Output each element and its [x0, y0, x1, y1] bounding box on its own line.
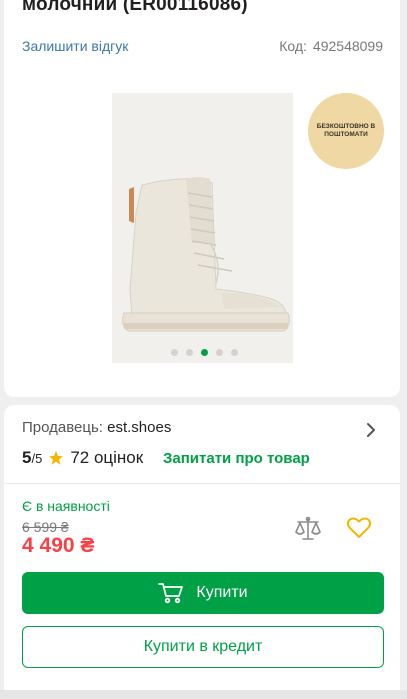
heart-icon[interactable] — [346, 516, 372, 540]
gallery-dot-active[interactable] — [201, 349, 208, 356]
availability-status: Є в наявності — [22, 498, 110, 514]
current-price: 4 490 ₴ — [22, 534, 95, 557]
chevron-right-icon[interactable] — [362, 421, 380, 439]
buy-button[interactable]: Купити — [22, 572, 384, 614]
free-parcel-locker-badge: БЕЗКОШТОВНО В ПОШТОМАТИ — [308, 93, 384, 169]
product-code-label: Код: — [279, 38, 307, 54]
boot-image — [122, 177, 290, 332]
product-code-value: 492548099 — [312, 38, 383, 54]
gallery-pagination[interactable] — [171, 349, 238, 356]
bottom-edge — [0, 690, 407, 699]
product-rating: 5/5 72 оцінок — [22, 448, 143, 468]
old-price: 6 599 ₴ — [22, 519, 69, 535]
seller-name[interactable]: est.shoes — [107, 419, 171, 436]
leave-review-link[interactable]: Залишити відгук — [22, 38, 128, 54]
scales-icon[interactable] — [294, 516, 322, 542]
rating-score: 5 — [22, 448, 32, 467]
seller-info[interactable]: Продавець: est.shoes — [22, 419, 171, 436]
ask-about-product-link[interactable]: Запитати про товар — [163, 450, 310, 467]
gallery-dot[interactable] — [216, 349, 223, 356]
buy-on-credit-button[interactable]: Купити в кредит — [22, 626, 384, 668]
product-code: Код: 492548099 — [279, 38, 383, 54]
rating-max: /5 — [31, 450, 43, 466]
buy-button-label: Купити — [196, 584, 248, 601]
cart-icon — [158, 583, 184, 604]
seller-label: Продавець: — [22, 419, 103, 436]
gallery-dot[interactable] — [231, 349, 238, 356]
divider — [4, 483, 400, 484]
star-icon — [49, 451, 64, 465]
product-photo[interactable] — [112, 93, 293, 363]
gallery-dot[interactable] — [171, 349, 178, 356]
gallery-dot[interactable] — [186, 349, 193, 356]
reviews-count[interactable]: 72 оцінок — [70, 448, 143, 468]
buy-on-credit-label: Купити в кредит — [143, 638, 263, 655]
product-title: молочний (ER00116086) — [22, 0, 248, 15]
